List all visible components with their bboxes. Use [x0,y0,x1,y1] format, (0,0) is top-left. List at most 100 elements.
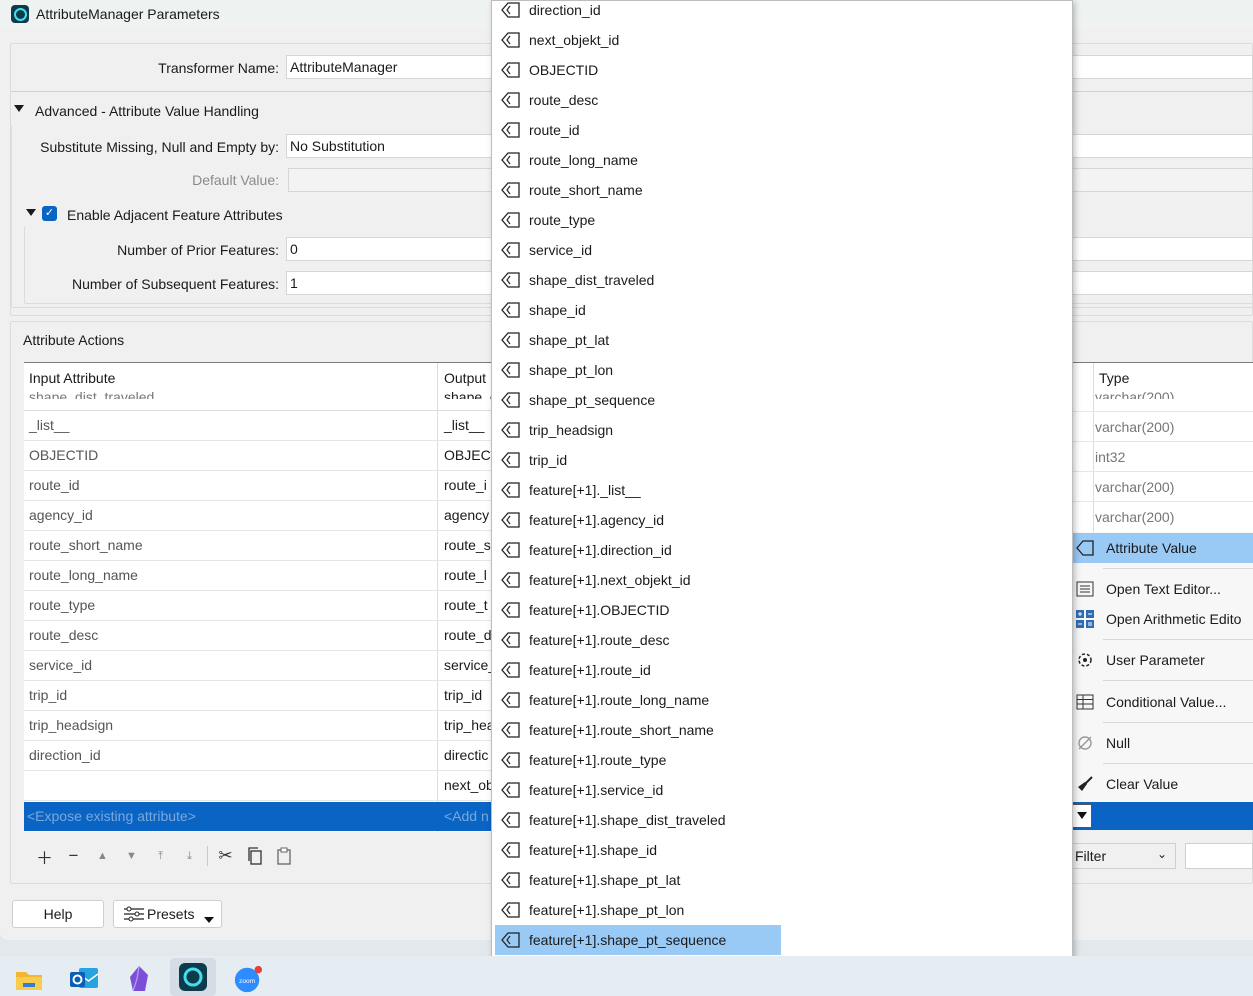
attribute-list-item[interactable]: route_desc [495,85,1070,115]
attribute-list-item[interactable]: feature[+1]._list__ [495,475,1070,505]
menu-item-user-parameter[interactable]: User Parameter [1073,645,1253,675]
prior-features-input-tail[interactable] [1072,237,1253,261]
presets-label: Presets [147,906,195,922]
type-value: varchar(200) [1095,479,1175,495]
adjacent-checkbox[interactable]: ✓ [42,206,57,221]
presets-button[interactable]: Presets [113,900,222,928]
zoom-label: zoom [239,978,256,985]
column-header-output[interactable]: Output [444,370,486,386]
attribute-list-item[interactable]: feature[+1].route_desc [495,625,1070,655]
cut-icon[interactable]: ✂ [211,844,240,868]
menu-item-text-editor[interactable]: Open Text Editor... [1073,574,1253,604]
attribute-list-item[interactable]: feature[+1].OBJECTID [495,595,1070,625]
collapse-advanced-icon[interactable] [14,105,24,112]
attribute-list-item[interactable]: feature[+1].shape_pt_lon [495,895,1070,925]
fme-workbench-icon[interactable] [170,958,216,996]
table-row[interactable]: route_short_name route_s [24,531,492,561]
attribute-list-label: route_desc [529,92,599,108]
file-explorer-icon[interactable] [14,965,44,993]
attribute-list-item[interactable]: shape_pt_lat [495,325,1070,355]
add-attribute-placeholder[interactable]: <Add n [444,808,489,824]
move-top-icon[interactable]: ⤒ [146,844,175,868]
outlook-icon[interactable] [69,965,99,993]
attribute-list-item[interactable]: shape_id [495,295,1070,325]
paste-icon[interactable] [269,844,298,868]
attribute-list-item[interactable]: feature[+1].route_type [495,745,1070,775]
attribute-list-item[interactable]: trip_id [495,445,1070,475]
menu-item-arithmetic-editor[interactable]: Open Arithmetic Edito [1073,604,1253,634]
attribute-list-item[interactable]: next_objekt_id [495,25,1070,55]
attribute-list-item[interactable]: service_id [495,235,1070,265]
menu-item-clear-value[interactable]: Clear Value [1073,769,1253,799]
attribute-list-item[interactable]: feature[+1].next_objekt_id [495,565,1070,595]
attribute-list-item[interactable]: shape_dist_traveled [495,265,1070,295]
table-row[interactable]: agency_id agency [24,501,492,531]
obsidian-icon[interactable] [124,965,154,993]
attribute-list-item[interactable]: trip_headsign [495,415,1070,445]
attribute-list-item[interactable]: feature[+1].service_id [495,775,1070,805]
copy-icon[interactable] [240,844,269,868]
table-row[interactable]: direction_id directic [24,741,492,771]
attribute-list-item[interactable]: shape_pt_lon [495,355,1070,385]
attribute-list-item[interactable]: feature[+1].shape_pt_sequence [495,925,781,955]
substitute-select-tail[interactable] [1072,134,1253,158]
attribute-list-item[interactable]: feature[+1].route_long_name [495,685,1070,715]
move-bottom-icon[interactable]: ⤓ [175,844,204,868]
attribute-list-label: feature[+1].route_long_name [529,692,710,708]
collapse-adjacent-icon[interactable] [26,209,36,216]
attribute-list-item[interactable]: route_short_name [495,175,1070,205]
expose-attribute-placeholder[interactable]: <Expose existing attribute> [27,808,196,824]
table-row[interactable]: next_ob [24,771,492,801]
attribute-list-item[interactable]: feature[+1].shape_pt_lat [495,865,1070,895]
menu-item-conditional-value[interactable]: Conditional Value... [1073,687,1253,717]
table-row[interactable]: route_type route_t [24,591,492,621]
prior-features-input[interactable]: 0 [286,237,496,261]
attribute-list-label: feature[+1].shape_id [529,842,658,858]
attribute-list-item[interactable]: route_type [495,205,1070,235]
attribute-list-item[interactable]: OBJECTID [495,55,1070,85]
new-attribute-row[interactable]: <Expose existing attribute> <Add n [24,802,492,831]
column-header-type[interactable]: Type [1099,370,1129,386]
attribute-list-item[interactable]: shape_pt_sequence [495,385,1070,415]
attribute-icon [500,510,520,530]
attribute-list-label: feature[+1].agency_id [529,512,665,528]
attribute-icon [500,660,520,680]
table-row[interactable]: route_id route_i [24,471,492,501]
attribute-list-item[interactable]: route_long_name [495,145,1070,175]
attribute-list-item[interactable]: route_id [495,115,1070,145]
subsequent-features-input-tail[interactable] [1072,271,1253,295]
chevron-down-icon[interactable] [1072,804,1092,828]
remove-row-icon[interactable]: − [59,844,88,868]
move-up-icon[interactable]: ▲ [88,844,117,868]
substitute-select[interactable]: No Substitution [286,134,496,158]
table-row[interactable]: OBJECTID OBJECT [24,441,492,471]
menu-item-null[interactable]: Null [1073,728,1253,758]
table-row[interactable]: _list__ _list__ [24,411,492,441]
value-editor-selected[interactable] [1072,802,1253,830]
attribute-icon [500,180,520,200]
transformer-name-input[interactable]: AttributeManager [286,55,496,79]
subsequent-features-input[interactable]: 1 [286,271,496,295]
column-header-input[interactable]: Input Attribute [29,370,115,386]
table-row[interactable]: route_desc route_d [24,621,492,651]
table-row[interactable]: route_long_name route_l [24,561,492,591]
table-row[interactable]: service_id service_ [24,651,492,681]
attribute-list-item[interactable]: feature[+1].agency_id [495,505,1070,535]
table-row[interactable]: trip_id trip_id [24,681,492,711]
attribute-list-item[interactable]: feature[+1].route_id [495,655,1070,685]
add-row-icon[interactable]: ＋ [30,844,59,868]
table-row[interactable]: trip_headsign trip_hea [24,711,492,741]
menu-item-attribute-value[interactable]: Attribute Value [1073,533,1253,563]
attribute-list-item[interactable]: feature[+1].route_short_name [495,715,1070,745]
attribute-list-item[interactable]: feature[+1].shape_id [495,835,1070,865]
transformer-name-input-tail[interactable] [1072,55,1253,79]
attribute-list-item[interactable]: direction_id [495,1,1070,25]
move-down-icon[interactable]: ▼ [117,844,146,868]
filter-select[interactable]: Filter ⌄ [1066,843,1176,869]
row-output: route_l [444,567,487,583]
zoom-icon[interactable]: zoom [233,965,263,993]
attribute-list-item[interactable]: feature[+1].direction_id [495,535,1070,565]
attribute-list-item[interactable]: feature[+1].shape_dist_traveled [495,805,1070,835]
help-button[interactable]: Help [12,900,104,928]
filter-input[interactable] [1185,843,1253,869]
